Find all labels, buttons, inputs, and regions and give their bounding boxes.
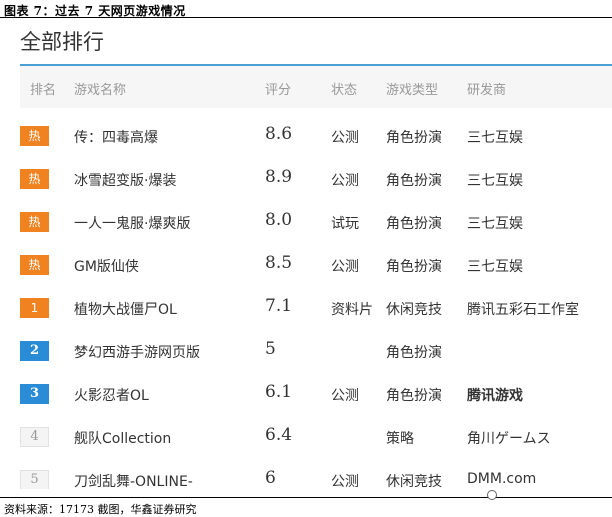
game-type: 角色扮演 bbox=[386, 388, 442, 404]
rank-badge: 热 bbox=[20, 169, 49, 189]
game-developer: 腾讯五彩石工作室 bbox=[467, 302, 579, 318]
game-name-link[interactable]: 植物大战僵尸OL bbox=[74, 299, 177, 319]
table-row[interactable]: 热 冰雪超变版·爆装 公测 角色扮演 三七互娱 8.9 bbox=[20, 158, 612, 201]
source-note: 资料来源：17173 截图，华鑫证券研究 bbox=[4, 503, 197, 516]
table-row[interactable]: 热 传：四毒高爆 公测 角色扮演 三七互娱 8.6 bbox=[20, 115, 612, 158]
game-type: 角色扮演 bbox=[386, 259, 442, 275]
game-name-link[interactable]: 火影忍者OL bbox=[74, 385, 149, 405]
header-status: 状态 bbox=[331, 83, 358, 98]
game-name-link[interactable]: 梦幻西游手游网页版 bbox=[74, 342, 200, 362]
table-row[interactable]: 热 一人一鬼服·爆爽版 试玩 角色扮演 三七互娱 8.0 bbox=[20, 201, 612, 244]
header-type: 游戏类型 bbox=[386, 83, 439, 98]
game-score: 6 bbox=[265, 468, 276, 488]
game-status: 试玩 bbox=[331, 216, 359, 232]
game-score: 6.4 bbox=[265, 425, 293, 445]
game-score: 8.6 bbox=[265, 124, 293, 144]
section-title: 全部排行 bbox=[20, 30, 104, 54]
game-name-link[interactable]: 冰雪超变版·爆装 bbox=[74, 170, 176, 190]
game-name-link[interactable]: 传：四毒高爆 bbox=[74, 127, 158, 147]
table-row[interactable]: 1 植物大战僵尸OL 资料片 休闲竞技 腾讯五彩石工作室 7.1 bbox=[20, 287, 612, 330]
game-type: 角色扮演 bbox=[386, 173, 442, 189]
rank-badge: 热 bbox=[20, 212, 49, 232]
game-developer: 三七互娱 bbox=[467, 130, 523, 146]
game-developer: DMM.com bbox=[467, 471, 537, 487]
header-name: 游戏名称 bbox=[74, 83, 127, 98]
game-score: 7.1 bbox=[265, 296, 293, 316]
header-rank: 排名 bbox=[30, 83, 57, 98]
table-row[interactable]: 2 梦幻西游手游网页版 角色扮演 5 bbox=[20, 330, 612, 373]
game-name-link[interactable]: GM版仙侠 bbox=[74, 256, 139, 276]
game-type: 角色扮演 bbox=[386, 216, 442, 232]
table-row[interactable]: 热 GM版仙侠 公测 角色扮演 三七互娱 8.5 bbox=[20, 244, 612, 287]
game-developer: 三七互娱 bbox=[467, 216, 523, 232]
rank-badge: 2 bbox=[20, 341, 49, 361]
game-developer: 三七互娱 bbox=[467, 173, 523, 189]
game-developer: 角川ゲームス bbox=[467, 431, 551, 447]
header-developer: 研发商 bbox=[467, 83, 507, 98]
rank-badge: 热 bbox=[20, 126, 49, 146]
game-type: 角色扮演 bbox=[386, 345, 442, 361]
table-row[interactable]: 4 舰队Collection 策略 角川ゲームス 6.4 bbox=[20, 416, 612, 459]
game-name-link[interactable]: 舰队Collection bbox=[74, 428, 171, 448]
game-name-link[interactable]: 一人一鬼服·爆爽版 bbox=[74, 213, 190, 233]
rank-badge: 4 bbox=[20, 427, 49, 447]
header-score: 评分 bbox=[265, 83, 292, 98]
game-type: 休闲竞技 bbox=[386, 474, 442, 489]
game-score: 8.0 bbox=[265, 210, 293, 230]
bottom-divider bbox=[0, 497, 612, 498]
rank-badge: 1 bbox=[20, 298, 49, 318]
game-developer: 腾讯游戏 bbox=[467, 388, 523, 404]
scroll-indicator-icon[interactable] bbox=[487, 490, 497, 500]
rank-badge: 热 bbox=[20, 255, 49, 275]
rank-badge: 5 bbox=[20, 470, 49, 489]
game-type: 休闲竞技 bbox=[386, 302, 442, 318]
table-row[interactable]: 3 火影忍者OL 公测 角色扮演 腾讯游戏 6.1 bbox=[20, 373, 612, 416]
game-type: 策略 bbox=[386, 431, 414, 447]
table-header: 排名 游戏名称 评分 状态 游戏类型 研发商 bbox=[20, 66, 612, 108]
game-status: 公测 bbox=[331, 474, 359, 489]
game-status: 公测 bbox=[331, 173, 359, 189]
game-status: 资料片 bbox=[331, 302, 373, 318]
game-score: 8.9 bbox=[265, 167, 293, 187]
game-score: 8.5 bbox=[265, 253, 293, 273]
game-name-link[interactable]: 刀剑乱舞-ONLINE- bbox=[74, 471, 193, 489]
game-status: 公测 bbox=[331, 388, 359, 404]
game-score: 5 bbox=[265, 339, 276, 359]
game-status: 公测 bbox=[331, 130, 359, 146]
game-score: 6.1 bbox=[265, 382, 293, 402]
rank-badge: 3 bbox=[20, 384, 49, 404]
table-row[interactable]: 5 刀剑乱舞-ONLINE- 公测 休闲竞技 DMM.com 6 bbox=[20, 459, 612, 489]
game-developer: 三七互娱 bbox=[467, 259, 523, 275]
top-divider bbox=[0, 17, 612, 18]
game-type: 角色扮演 bbox=[386, 130, 442, 146]
game-status: 公测 bbox=[331, 259, 359, 275]
